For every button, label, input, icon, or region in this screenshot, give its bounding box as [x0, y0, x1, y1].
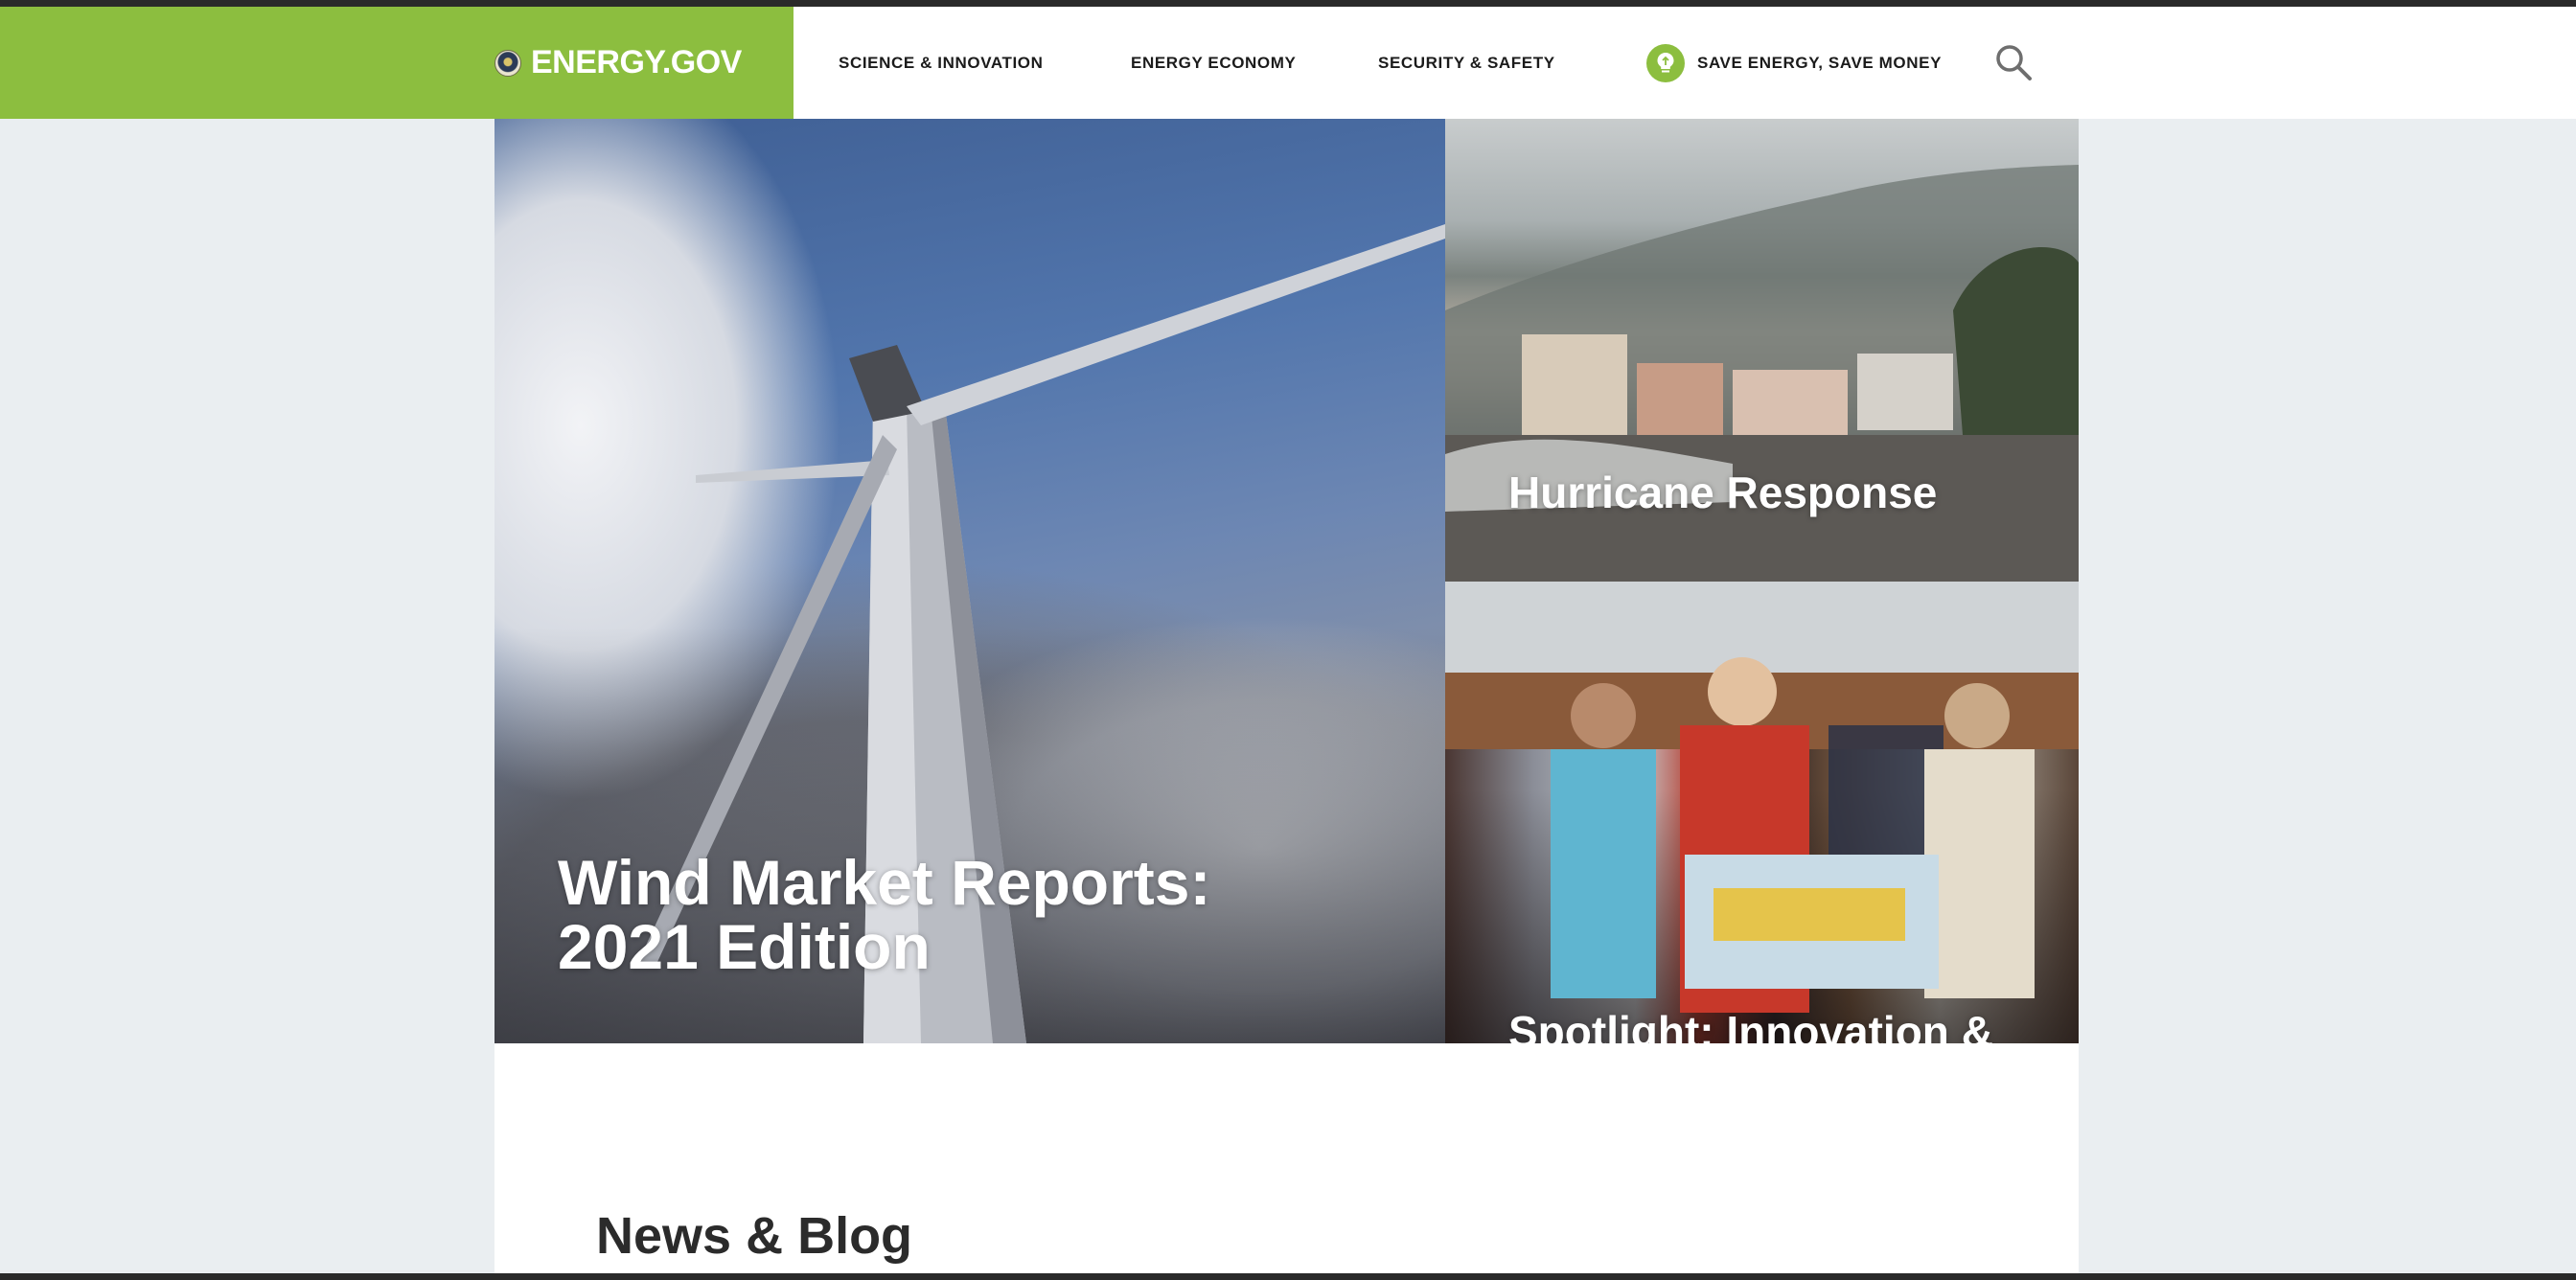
press-event-photo: [1445, 582, 2079, 1013]
search-icon: [1996, 45, 2032, 80]
nav-save-energy[interactable]: SAVE ENERGY, SAVE MONEY: [1646, 7, 1942, 119]
hero-card-spotlight[interactable]: Spotlight: Innovation & Energy Justice: [1445, 582, 2079, 1043]
hero-card-title: Wind Market Reports: 2021 Edition: [558, 847, 1211, 982]
doe-seal-icon: [494, 49, 521, 77]
hero-grid: Wind Market Reports: 2021 Edition Hurric…: [494, 119, 2079, 1043]
news-heading: News & Blog: [596, 1207, 913, 1265]
hero-card-hurricane-response[interactable]: Hurricane Response: [1445, 119, 2079, 582]
logo-text: ENERGY.GOV: [531, 44, 742, 80]
hero-card-title: Hurricane Response: [1508, 468, 1938, 517]
nav-science-innovation[interactable]: SCIENCE & INNOVATION: [839, 7, 1044, 119]
nav-energy-economy[interactable]: ENERGY ECONOMY: [1131, 7, 1296, 119]
news-section: News & Blog: [494, 1043, 2079, 1280]
window-top-border: [0, 0, 2576, 7]
search-button[interactable]: [1993, 42, 2034, 82]
window-bottom-border: [0, 1273, 2576, 1280]
site-logo[interactable]: ENERGY.GOV: [494, 7, 742, 119]
nav-security-safety[interactable]: SECURITY & SAFETY: [1378, 7, 1555, 119]
nav-save-energy-label: SAVE ENERGY, SAVE MONEY: [1697, 53, 1943, 72]
hero-card-title: Spotlight: Innovation & Energy Justice: [1508, 1007, 1993, 1043]
lightbulb-icon: [1646, 43, 1685, 82]
hero-card-wind-market[interactable]: Wind Market Reports: 2021 Edition: [494, 119, 1445, 1043]
